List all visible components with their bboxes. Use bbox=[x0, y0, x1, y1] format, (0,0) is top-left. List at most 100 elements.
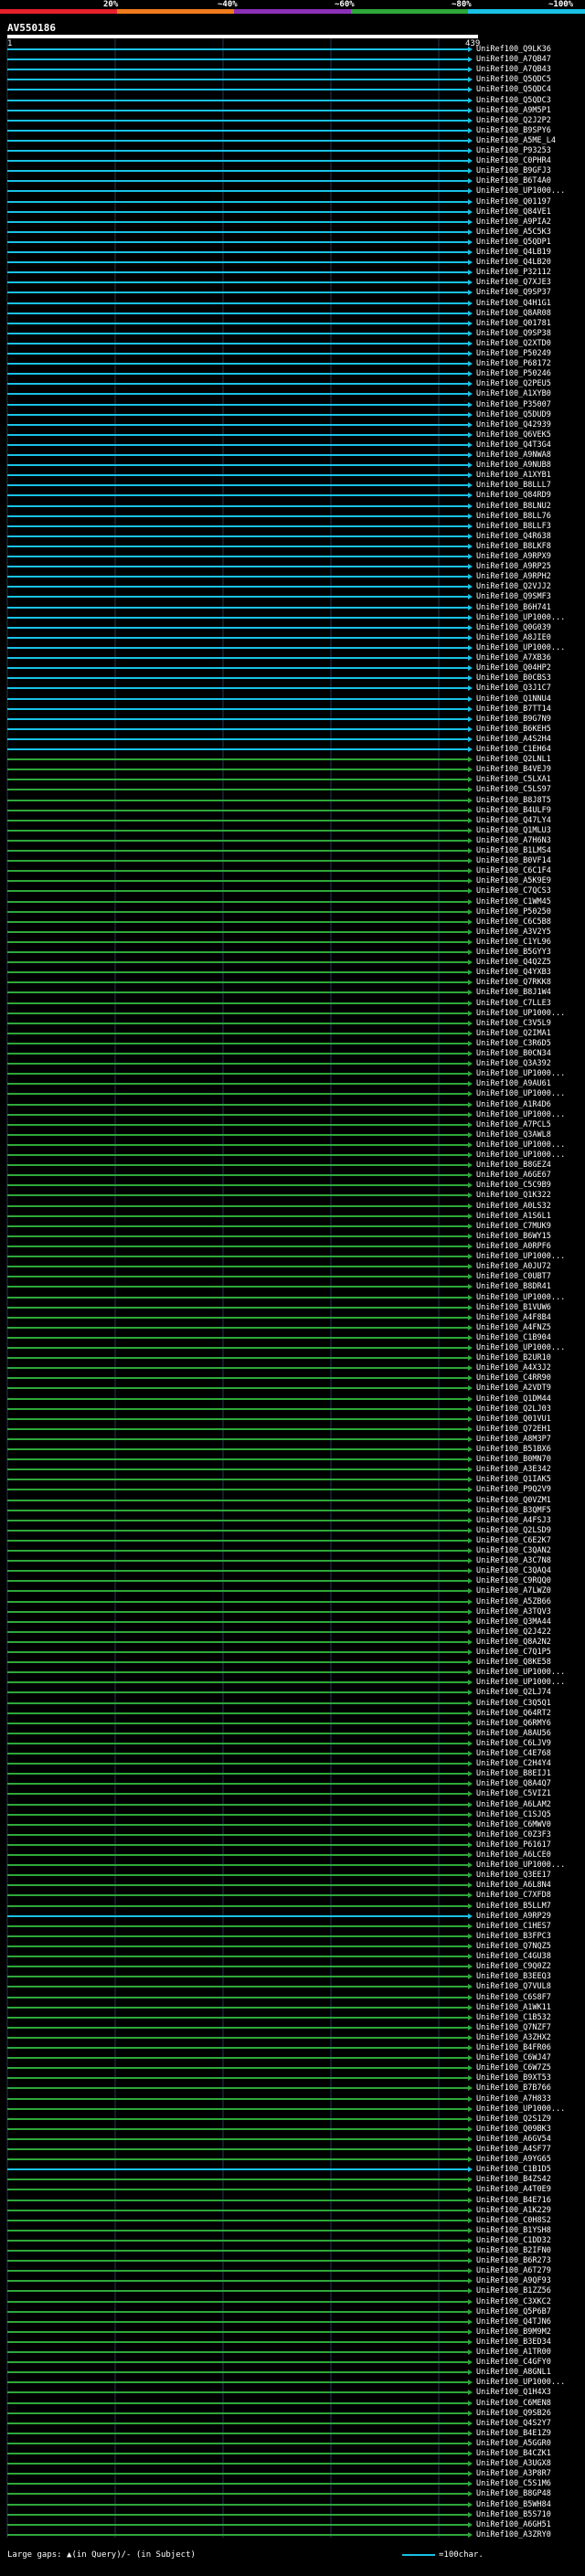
hit-label[interactable]: UniRef100_C9Q0Z2 bbox=[476, 1963, 551, 1971]
hit-alignment-bar[interactable] bbox=[7, 1701, 468, 1704]
hit-label[interactable]: UniRef100_P35007 bbox=[476, 400, 551, 409]
hit-label[interactable]: UniRef100_B4E716 bbox=[476, 2196, 551, 2205]
hit-alignment-bar[interactable] bbox=[7, 2330, 468, 2333]
hit-label[interactable]: UniRef100_C0H8S2 bbox=[476, 2216, 551, 2225]
hit-alignment-bar[interactable] bbox=[7, 353, 468, 355]
hit-label[interactable]: UniRef100_C6MEN8 bbox=[476, 2399, 551, 2408]
hit-alignment-bar[interactable] bbox=[7, 1803, 468, 1806]
hit-alignment-bar[interactable] bbox=[7, 474, 468, 477]
hit-alignment-bar[interactable] bbox=[7, 99, 468, 101]
hit-alignment-bar[interactable] bbox=[7, 545, 468, 547]
hit-label[interactable]: UniRef100_Q5QDC4 bbox=[476, 86, 551, 94]
hit-label[interactable]: UniRef100_A7LWZ0 bbox=[476, 1587, 551, 1595]
hit-alignment-bar[interactable] bbox=[7, 1032, 468, 1034]
hit-alignment-bar[interactable] bbox=[7, 2523, 468, 2526]
hit-alignment-bar[interactable] bbox=[7, 799, 468, 801]
hit-label[interactable]: UniRef100_B8LLL7 bbox=[476, 482, 551, 490]
hit-label[interactable]: UniRef100_Q4R638 bbox=[476, 532, 551, 541]
hit-alignment-bar[interactable] bbox=[7, 1894, 468, 1897]
hit-alignment-bar[interactable] bbox=[7, 1336, 468, 1339]
hit-alignment-bar[interactable] bbox=[7, 2057, 468, 2060]
hit-alignment-bar[interactable] bbox=[7, 2422, 468, 2424]
hit-alignment-bar[interactable] bbox=[7, 1986, 468, 1988]
hit-alignment-bar[interactable] bbox=[7, 1651, 468, 1654]
hit-label[interactable]: UniRef100_B3ED34 bbox=[476, 2337, 551, 2347]
hit-label[interactable]: UniRef100_B0VF14 bbox=[476, 857, 551, 865]
hit-label[interactable]: UniRef100_B4ZS42 bbox=[476, 2176, 551, 2184]
hit-label[interactable]: UniRef100_A8M3P7 bbox=[476, 1435, 551, 1444]
hit-label[interactable]: UniRef100_UP1000... bbox=[476, 1861, 565, 1870]
hit-label[interactable]: UniRef100_B7B766 bbox=[476, 2084, 551, 2093]
hit-alignment-bar[interactable] bbox=[7, 139, 468, 142]
hit-label[interactable]: UniRef100_Q01781 bbox=[476, 319, 551, 328]
hit-label[interactable]: UniRef100_Q1IAK5 bbox=[476, 1476, 551, 1484]
hit-alignment-bar[interactable] bbox=[7, 1083, 468, 1086]
hit-alignment-bar[interactable] bbox=[7, 413, 468, 416]
hit-label[interactable]: UniRef100_C9RQQ0 bbox=[476, 1577, 551, 1585]
hit-alignment-bar[interactable] bbox=[7, 1479, 468, 1481]
hit-alignment-bar[interactable] bbox=[7, 89, 468, 91]
hit-alignment-bar[interactable] bbox=[7, 464, 468, 467]
hit-label[interactable]: UniRef100_P93253 bbox=[476, 147, 551, 155]
hit-alignment-bar[interactable] bbox=[7, 2250, 468, 2253]
hit-label[interactable]: UniRef100_C3V5L9 bbox=[476, 1019, 551, 1028]
hit-alignment-bar[interactable] bbox=[7, 677, 468, 680]
hit-label[interactable]: UniRef100_C7Q1P5 bbox=[476, 1648, 551, 1657]
hit-label[interactable]: UniRef100_B9M9M2 bbox=[476, 2327, 551, 2337]
hit-label[interactable]: UniRef100_UP1000... bbox=[476, 1344, 565, 1352]
hit-label[interactable]: UniRef100_C1DD32 bbox=[476, 2236, 551, 2245]
hit-label[interactable]: UniRef100_A6LAM2 bbox=[476, 1800, 551, 1809]
hit-label[interactable]: UniRef100_A4S2H4 bbox=[476, 735, 551, 744]
hit-alignment-bar[interactable] bbox=[7, 961, 468, 964]
hit-alignment-bar[interactable] bbox=[7, 373, 468, 376]
hit-alignment-bar[interactable] bbox=[7, 170, 468, 173]
hit-alignment-bar[interactable] bbox=[7, 829, 468, 832]
hit-label[interactable]: UniRef100_C5LS97 bbox=[476, 786, 551, 794]
hit-alignment-bar[interactable] bbox=[7, 1732, 468, 1734]
hit-alignment-bar[interactable] bbox=[7, 1437, 468, 1440]
hit-alignment-bar[interactable] bbox=[7, 230, 468, 233]
hit-label[interactable]: UniRef100_A9NUB8 bbox=[476, 461, 551, 470]
hit-alignment-bar[interactable] bbox=[7, 1630, 468, 1633]
hit-alignment-bar[interactable] bbox=[7, 48, 468, 50]
hit-alignment-bar[interactable] bbox=[7, 514, 468, 517]
hit-alignment-bar[interactable] bbox=[7, 504, 468, 507]
hit-alignment-bar[interactable] bbox=[7, 1214, 468, 1217]
hit-alignment-bar[interactable] bbox=[7, 1813, 468, 1816]
hit-alignment-bar[interactable] bbox=[7, 1266, 468, 1268]
hit-label[interactable]: UniRef100_A7H833 bbox=[476, 2094, 551, 2104]
hit-label[interactable]: UniRef100_UP1000... bbox=[476, 1151, 565, 1160]
hit-label[interactable]: UniRef100_B1VUW6 bbox=[476, 1303, 551, 1312]
hit-label[interactable]: UniRef100_Q9SP37 bbox=[476, 289, 551, 297]
hit-label[interactable]: UniRef100_Q2LJ03 bbox=[476, 1405, 551, 1414]
hit-alignment-bar[interactable] bbox=[7, 606, 468, 609]
hit-alignment-bar[interactable] bbox=[7, 150, 468, 153]
hit-alignment-bar[interactable] bbox=[7, 1914, 468, 1917]
hit-alignment-bar[interactable] bbox=[7, 220, 468, 223]
hit-label[interactable]: UniRef100_Q8A2N2 bbox=[476, 1638, 551, 1647]
hit-alignment-bar[interactable] bbox=[7, 1550, 468, 1553]
hit-alignment-bar[interactable] bbox=[7, 2260, 468, 2263]
hit-alignment-bar[interactable] bbox=[7, 2148, 468, 2151]
hit-label[interactable]: UniRef100_C7LLE3 bbox=[476, 999, 551, 1008]
hit-label[interactable]: UniRef100_Q6RMY6 bbox=[476, 1719, 551, 1728]
hit-alignment-bar[interactable] bbox=[7, 2503, 468, 2506]
hit-label[interactable]: UniRef100_C4RR90 bbox=[476, 1374, 551, 1383]
hit-label[interactable]: UniRef100_C4E768 bbox=[476, 1750, 551, 1758]
hit-label[interactable]: UniRef100_UP1000... bbox=[476, 1070, 565, 1078]
hit-alignment-bar[interactable] bbox=[7, 1661, 468, 1664]
hit-label[interactable]: UniRef100_UP1000... bbox=[476, 1293, 565, 1302]
hit-label[interactable]: UniRef100_C1B1D5 bbox=[476, 2166, 551, 2174]
hit-alignment-bar[interactable] bbox=[7, 1823, 468, 1826]
hit-label[interactable]: UniRef100_UP1000... bbox=[476, 1669, 565, 1677]
hit-alignment-bar[interactable] bbox=[7, 2117, 468, 2120]
hit-alignment-bar[interactable] bbox=[7, 363, 468, 366]
hit-alignment-bar[interactable] bbox=[7, 1691, 468, 1694]
hit-alignment-bar[interactable] bbox=[7, 737, 468, 740]
hit-label[interactable]: UniRef100_Q2S1Z9 bbox=[476, 2115, 551, 2124]
hit-label[interactable]: UniRef100_B1LMS4 bbox=[476, 847, 551, 855]
hit-alignment-bar[interactable] bbox=[7, 971, 468, 974]
hit-label[interactable]: UniRef100_Q2LJ74 bbox=[476, 1689, 551, 1697]
hit-label[interactable]: UniRef100_Q8A4Q7 bbox=[476, 1780, 551, 1788]
hit-label[interactable]: UniRef100_Q6VEK5 bbox=[476, 430, 551, 440]
